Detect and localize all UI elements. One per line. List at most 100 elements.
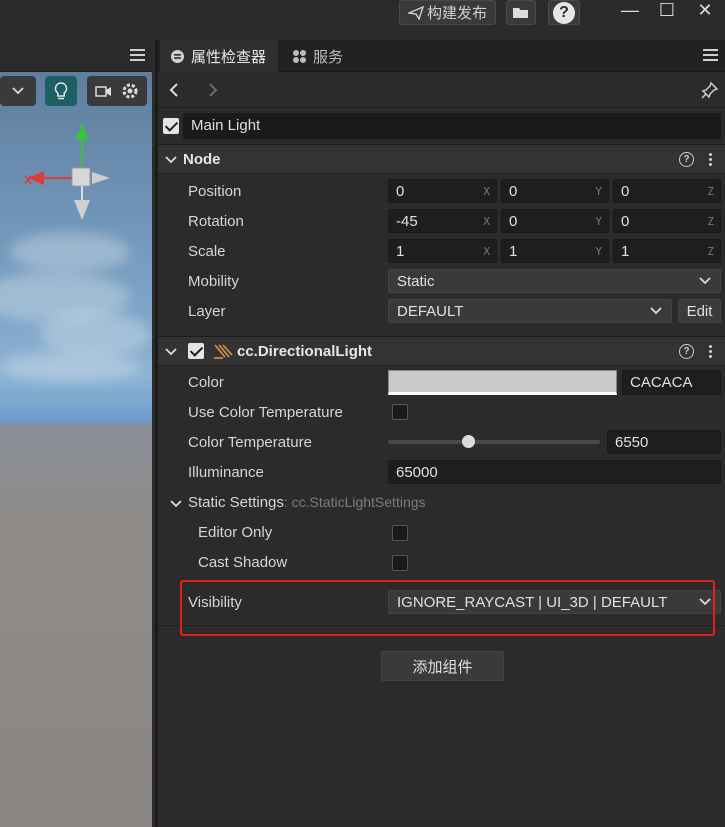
rotation-y-value: 0 [509, 213, 518, 230]
node-name-input[interactable]: Main Light [183, 113, 721, 139]
chevron-down-icon [699, 277, 711, 285]
light-section-header[interactable]: cc.DirectionalLight ? [158, 336, 725, 366]
close-icon: ✕ [697, 0, 713, 20]
rotation-z-value: 0 [621, 213, 630, 230]
scale-label: Scale [188, 243, 226, 260]
position-x-input[interactable]: 0X [388, 179, 497, 203]
build-publish-label: 构建发布 [426, 5, 487, 22]
scene-menu-icon[interactable] [130, 49, 145, 61]
axis-x-label: X [483, 185, 490, 198]
add-component-label: 添加组件 [412, 658, 473, 676]
collapse-chevron-icon [165, 156, 177, 164]
gear-icon [122, 83, 138, 99]
build-publish-button[interactable]: 构建发布 [399, 0, 496, 25]
help-button[interactable]: ? [548, 0, 580, 25]
axis-z-label: Z [707, 185, 714, 198]
cast-shadow-label: Cast Shadow [198, 554, 288, 571]
chevron-down-icon [12, 87, 24, 95]
mobility-value: Static [397, 273, 435, 290]
color-hex-value: CACACA [630, 374, 693, 391]
scale-z-input[interactable]: 1Z [613, 239, 721, 263]
services-icon [293, 49, 306, 63]
rotation-y-input[interactable]: 0Y [501, 209, 609, 233]
camera-icon [95, 86, 111, 97]
back-arrow-icon[interactable] [169, 82, 179, 98]
light-section-title: cc.DirectionalLight [237, 343, 373, 360]
rotation-x-input[interactable]: -45 X [388, 209, 497, 233]
open-folder-button[interactable] [506, 0, 536, 25]
tab-services-label: 服务 [313, 48, 344, 66]
node-section-header[interactable]: Node ? [158, 144, 725, 174]
axis-z-label: Z [707, 245, 714, 258]
collapse-chevron-icon [165, 348, 177, 356]
color-hex-input[interactable]: CACACA [622, 370, 721, 395]
node-name-text: Main Light [191, 117, 261, 134]
title-bar: 构建发布 ? — ☐ ✕ [0, 0, 725, 40]
pin-icon[interactable] [701, 81, 719, 99]
chevron-down-icon [650, 307, 662, 315]
directional-light-icon [214, 344, 233, 359]
light-enabled-checkbox[interactable] [188, 343, 204, 359]
color-temperature-slider-track[interactable] [388, 440, 600, 444]
scale-x-input[interactable]: 1X [388, 239, 497, 263]
scale-z-value: 1 [621, 243, 630, 260]
send-icon [407, 5, 424, 20]
axis-x-label: X [483, 215, 490, 228]
light-help-icon[interactable]: ? [679, 344, 694, 359]
transform-gizmo[interactable]: Y X [20, 120, 130, 225]
node-enabled-checkbox[interactable] [163, 118, 179, 134]
light-more-icon[interactable] [709, 345, 713, 360]
color-swatch[interactable] [388, 370, 617, 395]
mobility-select[interactable]: Static [388, 269, 721, 293]
maximize-icon: ☐ [658, 0, 676, 20]
axis-x-label: X [483, 245, 490, 258]
svg-text:X: X [24, 173, 32, 187]
node-section-title: Node [183, 151, 221, 168]
tab-inspector[interactable]: 属性检查器 [160, 40, 278, 72]
node-more-icon[interactable] [709, 153, 713, 168]
illuminance-input[interactable]: 65000 [388, 460, 721, 484]
scene-camera-tools[interactable] [87, 76, 147, 106]
use-color-temperature-checkbox[interactable] [392, 404, 408, 420]
layer-select[interactable]: DEFAULT [388, 299, 672, 323]
layer-label: Layer [188, 303, 226, 320]
static-settings-name: Static Settings [188, 494, 284, 511]
cast-shadow-checkbox[interactable] [392, 555, 408, 571]
svg-text:Y: Y [77, 121, 85, 133]
layer-value: DEFAULT [397, 303, 464, 320]
highlight-box [180, 580, 715, 636]
inspector-panel: 属性检查器 服务 Main Light Node ? Position 0 X … [155, 40, 725, 827]
color-temperature-value: 6550 [615, 434, 649, 451]
minimize-button[interactable]: — [618, 0, 642, 21]
axis-y-label: Y [595, 215, 602, 228]
scene-light-toggle[interactable] [45, 76, 77, 106]
editor-only-checkbox[interactable] [392, 525, 408, 541]
layer-edit-button[interactable]: Edit [678, 299, 721, 323]
add-component-button[interactable]: 添加组件 [381, 651, 504, 681]
scene-panel: Y X [0, 40, 152, 827]
rotation-z-input[interactable]: 0Z [613, 209, 721, 233]
scale-y-input[interactable]: 1Y [501, 239, 609, 263]
rotation-x-value: -45 [396, 213, 418, 230]
close-button[interactable]: ✕ [693, 0, 717, 21]
tab-services[interactable]: 服务 [282, 40, 358, 72]
color-temperature-input[interactable]: 6550 [607, 430, 721, 454]
color-label: Color [188, 374, 224, 391]
position-y-value: 0 [509, 183, 518, 200]
scene-view-dropdown[interactable] [0, 76, 36, 106]
static-settings-chevron-icon[interactable] [170, 499, 182, 509]
node-help-icon[interactable]: ? [679, 152, 694, 167]
static-settings-label: Static Settings: cc.StaticLightSettings [188, 494, 426, 511]
editor-only-label: Editor Only [198, 524, 273, 541]
position-y-input[interactable]: 0Y [501, 179, 609, 203]
static-settings-type: : cc.StaticLightSettings [283, 494, 426, 510]
color-temperature-slider-thumb[interactable] [462, 435, 476, 448]
layer-edit-label: Edit [686, 302, 713, 320]
forward-arrow-icon[interactable] [208, 82, 218, 98]
maximize-button[interactable]: ☐ [655, 0, 679, 21]
use-color-temperature-label: Use Color Temperature [188, 404, 343, 421]
scene-panel-header [0, 40, 152, 72]
position-z-input[interactable]: 0Z [613, 179, 721, 203]
inspector-nav-bar [158, 72, 725, 108]
inspector-menu-icon[interactable] [703, 49, 718, 61]
